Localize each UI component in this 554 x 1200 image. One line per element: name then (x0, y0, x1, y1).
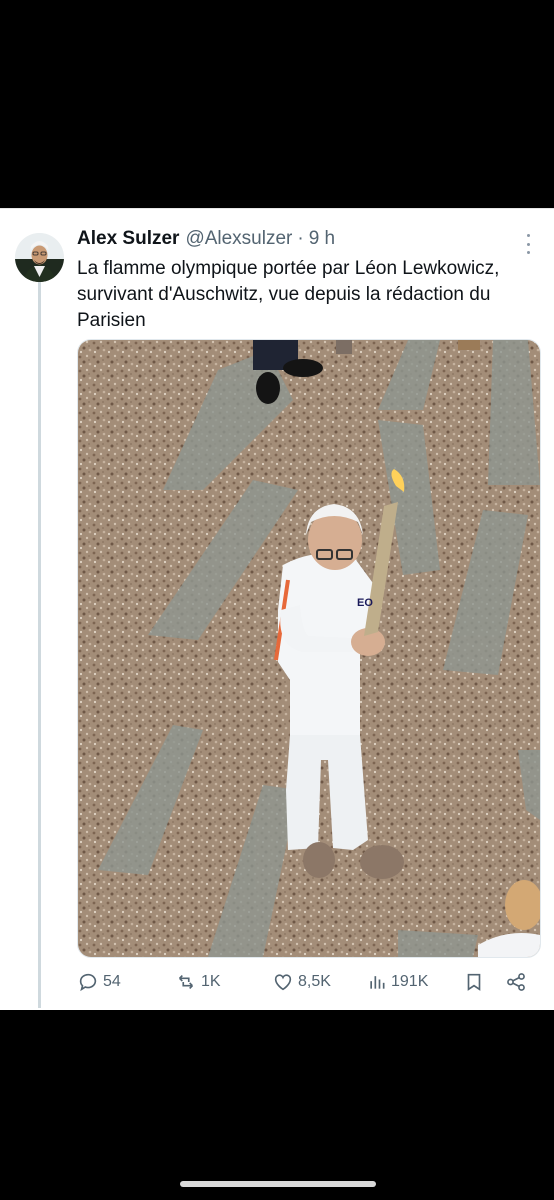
author-name[interactable]: Alex Sulzer (77, 228, 179, 250)
more-icon[interactable] (520, 234, 536, 254)
tweet-photo[interactable]: EO (77, 339, 541, 958)
tweet-header: Alex Sulzer @Alexsulzer · 9 h (77, 228, 542, 252)
share-icon (507, 973, 525, 991)
reply-icon (79, 973, 97, 992)
like-button[interactable]: 8,5K (272, 966, 331, 998)
bookmark-icon (467, 973, 481, 991)
repost-icon (178, 974, 194, 990)
views-count: 191K (391, 973, 429, 990)
repost-button[interactable]: 1K (175, 966, 221, 998)
bookmark-button[interactable] (463, 966, 485, 998)
views-icon (370, 976, 385, 989)
repost-count: 1K (201, 973, 221, 990)
views-button[interactable]: 191K (367, 966, 428, 998)
like-count: 8,5K (298, 973, 331, 990)
share-button[interactable] (505, 966, 527, 998)
separator-dot: · (297, 228, 304, 249)
tweet-text-line: Parisien (77, 310, 146, 331)
tweet-text-line: La flamme olympique portée par Léon Lewk… (77, 258, 500, 279)
avatar[interactable] (15, 233, 64, 282)
reply-button[interactable]: 54 (77, 966, 121, 998)
like-icon (274, 974, 292, 991)
photo-torch-bearer: EO (78, 340, 540, 957)
thread-line (38, 280, 41, 1008)
home-indicator[interactable] (180, 1181, 376, 1187)
tweet-text: La flamme olympique portée par Léon Lewk… (77, 256, 542, 334)
author-handle[interactable]: @Alexsulzer (185, 228, 292, 250)
tweet-time[interactable]: 9 h (309, 228, 335, 250)
avatar-image (15, 233, 64, 282)
tweet-text-line: survivant d'Auschwitz, vue depuis la réd… (77, 284, 491, 305)
reply-count: 54 (103, 973, 121, 990)
tweet-actions: 54 1K 8,5K 191K (77, 966, 542, 998)
photo-text: EO (357, 597, 373, 609)
